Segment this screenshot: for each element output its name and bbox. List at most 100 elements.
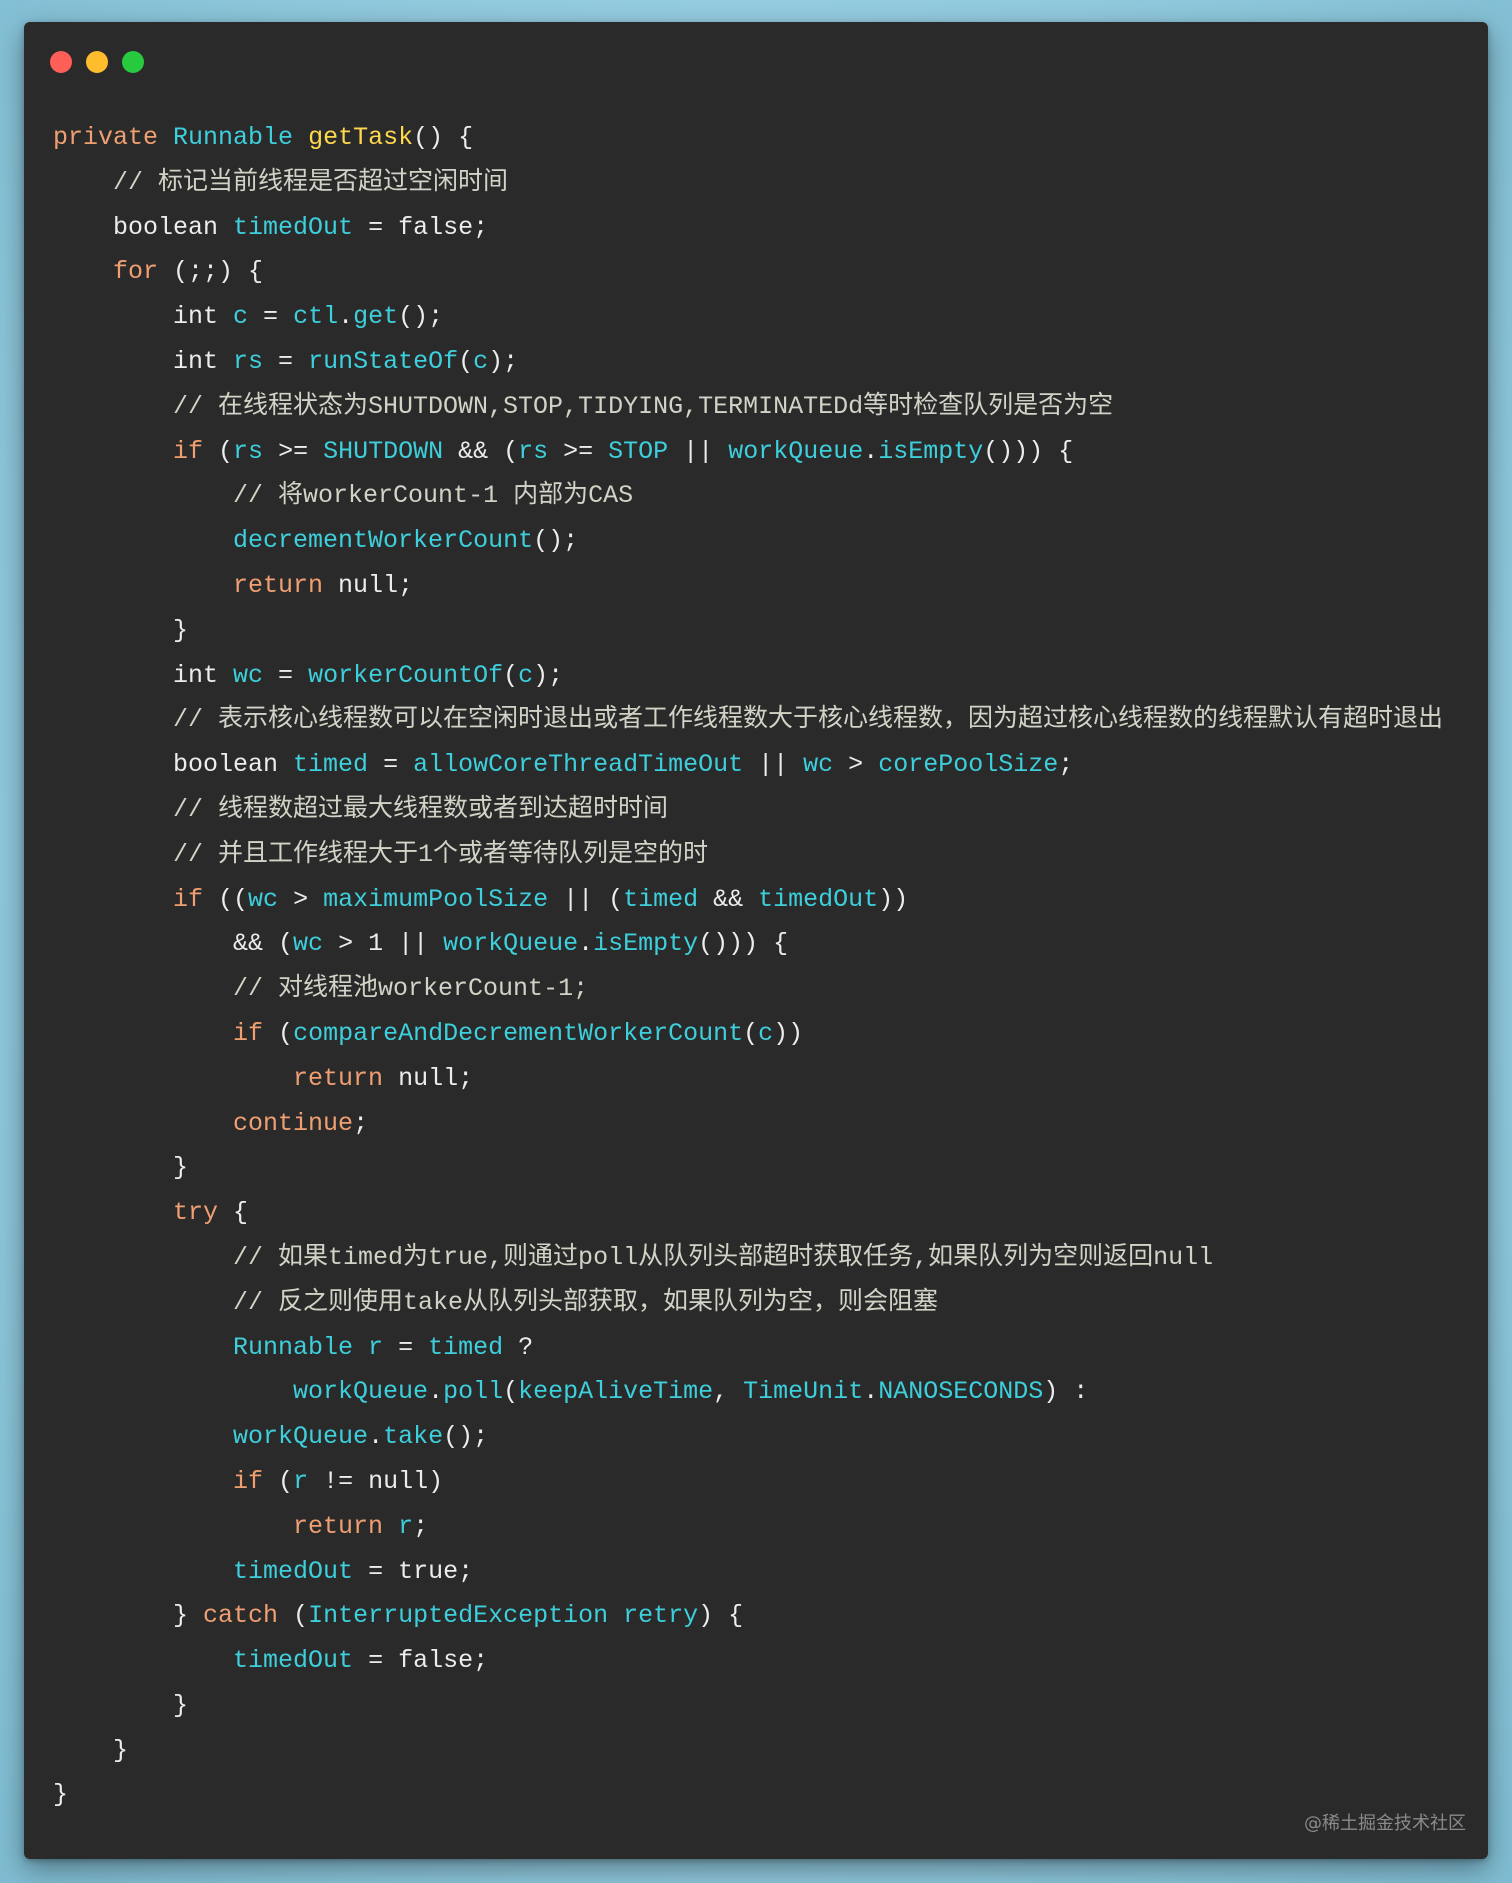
code-token: . [368, 1422, 384, 1452]
code-token: timed [293, 750, 369, 780]
code-line: // 线程数超过最大线程数或者到达超时时间 [53, 788, 1488, 833]
code-token: timed [623, 884, 699, 914]
code-line: boolean timedOut = false; [53, 206, 1488, 251]
code-token: timed [428, 1332, 504, 1362]
code-token: ) { [698, 1601, 744, 1631]
code-token: . [863, 436, 879, 466]
code-line: // 标记当前线程是否超过空闲时间 [53, 161, 1488, 206]
code-token: ( [263, 1018, 294, 1048]
code-token: corePoolSize [878, 750, 1059, 780]
code-token: return [53, 570, 324, 600]
code-token: NANOSECONDS [878, 1377, 1044, 1407]
code-window: private Runnable getTask() { // 标记当前线程是否… [24, 22, 1488, 1859]
code-token: ())) { [698, 929, 789, 959]
code-token: ? [503, 1332, 534, 1362]
code-line: continue; [53, 1102, 1488, 1147]
code-token: timedOut [758, 884, 879, 914]
code-token: allowCoreThreadTimeOut [413, 750, 744, 780]
code-token: = true; [353, 1556, 474, 1586]
code-token: decrementWorkerCount [53, 526, 534, 556]
code-token: ; [413, 1511, 429, 1541]
code-token: int [53, 302, 234, 332]
code-line: // 在线程状态为SHUTDOWN,STOP,TIDYING,TERMINATE… [53, 385, 1488, 430]
close-icon[interactable] [50, 51, 72, 73]
code-token: boolean [53, 750, 294, 780]
code-token: rs [233, 436, 264, 466]
code-line: // 如果timed为true,则通过poll从队列头部超时获取任务,如果队列为… [53, 1236, 1488, 1281]
code-line: Runnable r = timed ? [53, 1326, 1488, 1371]
code-line: private Runnable getTask() { [53, 116, 1488, 161]
code-token: >= [548, 436, 609, 466]
code-token: workQueue [53, 1422, 369, 1452]
code-token: () { [413, 123, 474, 152]
code-token: ( [743, 1018, 759, 1048]
code-token: STOP [608, 436, 669, 466]
code-token: (;;) { [158, 257, 264, 287]
code-token: . [578, 929, 594, 959]
code-token: timedOut [53, 1646, 354, 1676]
code-token: // 对线程池workerCount-1; [53, 974, 589, 1004]
code-token: return [53, 1511, 399, 1541]
code-token: wc [233, 660, 264, 690]
watermark: @稀土掘金技术社区 [1304, 1813, 1466, 1834]
code-token: , [713, 1377, 744, 1407]
code-token: wc [248, 884, 279, 914]
code-token: workerCountOf [308, 660, 504, 690]
code-token: poll [443, 1377, 504, 1407]
code-token: && ( [443, 436, 519, 466]
code-token: (); [533, 526, 579, 556]
code-token: wc [293, 929, 324, 959]
code-token: // 标记当前线程是否超过空闲时间 [53, 167, 509, 197]
code-block: private Runnable getTask() { // 标记当前线程是否… [53, 116, 1488, 1818]
code-line: if (compareAndDecrementWorkerCount(c)) [53, 1012, 1488, 1057]
code-token: || ( [548, 884, 624, 914]
code-token: && ( [53, 929, 294, 959]
code-line: if ((wc > maximumPoolSize || (timed && t… [53, 878, 1488, 923]
code-token: >= [263, 436, 324, 466]
code-line: return null; [53, 1057, 1488, 1102]
code-line: int rs = runStateOf(c); [53, 340, 1488, 385]
code-line: boolean timed = allowCoreThreadTimeOut |… [53, 743, 1488, 788]
code-token: > [833, 750, 879, 780]
code-token: getTask [308, 123, 414, 152]
code-token: null; [323, 570, 414, 600]
code-token: int [53, 346, 234, 376]
code-token: timedOut [53, 1556, 354, 1586]
code-token: private [53, 123, 174, 152]
code-token: ); [488, 346, 519, 376]
code-line: // 表示核心线程数可以在空闲时退出或者工作线程数大于核心线程数，因为超过核心线… [53, 698, 1488, 743]
code-token: timedOut [233, 212, 354, 242]
code-line: && (wc > 1 || workQueue.isEmpty())) { [53, 922, 1488, 967]
code-token: Runnable r [53, 1332, 384, 1362]
code-token: (); [443, 1422, 489, 1452]
maximize-icon[interactable] [122, 51, 144, 73]
code-token: (); [398, 302, 444, 332]
code-line: } [53, 1729, 1488, 1774]
code-token: ) : [1043, 1377, 1089, 1407]
code-token: workQueue [53, 1377, 429, 1407]
code-token: // 将workerCount-1 内部为CAS [53, 481, 634, 511]
code-token: ( [503, 1377, 519, 1407]
code-token: if [53, 1466, 264, 1496]
code-token: // 线程数超过最大线程数或者到达超时时间 [53, 794, 669, 824]
code-token: || [668, 436, 729, 466]
code-token: )) [773, 1018, 804, 1048]
code-token: ( [278, 1601, 309, 1631]
code-token: = [248, 302, 294, 332]
code-token: r [293, 1466, 309, 1496]
code-token: ); [533, 660, 564, 690]
code-token: rs [233, 346, 264, 376]
code-line: } [53, 1146, 1488, 1191]
code-line: decrementWorkerCount(); [53, 519, 1488, 564]
code-token: ctl [293, 302, 339, 332]
code-token: c [518, 660, 534, 690]
code-token: if [53, 1018, 264, 1048]
code-token: ())) { [983, 436, 1074, 466]
code-token: } [53, 1601, 204, 1631]
code-token: c [758, 1018, 774, 1048]
code-token: = [263, 346, 309, 376]
code-line: // 将workerCount-1 内部为CAS [53, 474, 1488, 519]
code-token: // 表示核心线程数可以在空闲时退出或者工作线程数大于核心线程数，因为超过核心线… [53, 705, 1444, 735]
window-controls [50, 51, 170, 73]
minimize-icon[interactable] [86, 51, 108, 73]
